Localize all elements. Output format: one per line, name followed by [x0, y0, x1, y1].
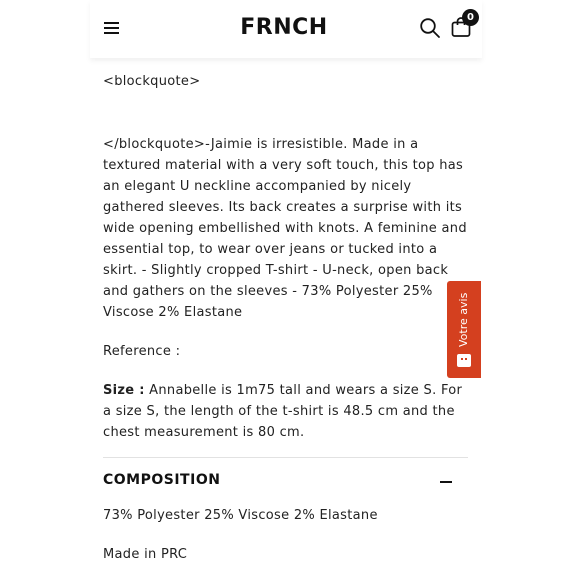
size-info: Size : Annabelle is 1m75 tall and wears …	[103, 380, 468, 443]
site-header: FRΝCH 0	[90, 0, 482, 58]
section-divider	[103, 457, 468, 458]
size-description: Annabelle is 1m75 tall and wears a size …	[103, 383, 463, 440]
blockquote-open-text: <blockquote>	[103, 74, 201, 89]
search-icon[interactable]	[419, 17, 441, 39]
site-logo[interactable]: FRΝCH	[240, 15, 328, 41]
reference-label: Reference :	[103, 344, 181, 359]
chat-face-icon	[457, 354, 471, 367]
product-description: </blockquote>-Jaimie is irresistible. Ma…	[103, 137, 467, 320]
composition-heading[interactable]: COMPOSITION	[103, 472, 220, 488]
cart-count-badge: 0	[462, 9, 479, 26]
made-in-text: Made in PRC	[103, 547, 188, 562]
composition-text: 73% Polyester 25% Viscose 2% Elastane	[103, 508, 378, 523]
size-label: Size :	[103, 383, 145, 398]
hamburger-menu-icon[interactable]	[102, 19, 122, 35]
reviews-tab-label: Votre avis	[457, 292, 470, 348]
reviews-tab-button[interactable]: Votre avis	[447, 281, 481, 378]
collapse-minus-icon[interactable]	[440, 481, 452, 483]
